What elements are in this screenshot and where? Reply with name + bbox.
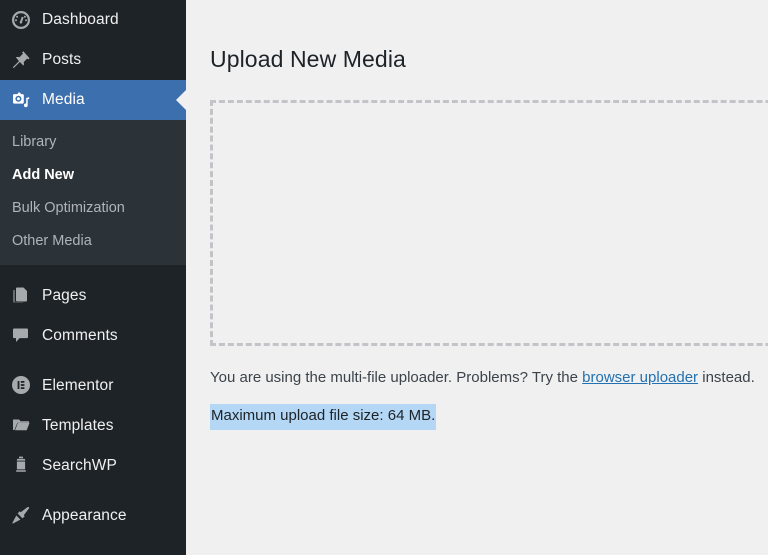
- page-title: Upload New Media: [210, 46, 406, 72]
- menu-group-separator: [0, 485, 186, 496]
- active-item-arrow: [176, 80, 186, 120]
- pages-icon: [10, 284, 32, 306]
- pin-icon: [10, 49, 32, 71]
- admin-sidebar: Dashboard Posts Media Library Add New Bu…: [0, 0, 186, 555]
- sidebar-item-media[interactable]: Media: [0, 80, 186, 120]
- camera-media-icon: [10, 89, 32, 111]
- menu-group-separator: [0, 355, 186, 366]
- sidebar-item-comments[interactable]: Comments: [0, 315, 186, 355]
- sidebar-item-searchwp[interactable]: SearchWP: [0, 445, 186, 485]
- sidebar-item-label: Appearance: [42, 506, 127, 524]
- lantern-icon: [10, 454, 32, 476]
- sidebar-item-label: Media: [42, 91, 85, 109]
- comment-bubble-icon: [10, 324, 32, 346]
- max-upload-size-text: Maximum upload file size: 64 MB.: [210, 404, 437, 430]
- sidebar-item-label: Pages: [42, 286, 87, 304]
- sidebar-item-posts[interactable]: Posts: [0, 40, 186, 80]
- submenu-item-other-media[interactable]: Other Media: [0, 225, 186, 258]
- paintbrush-icon: [10, 504, 32, 526]
- sidebar-item-pages[interactable]: Pages: [0, 275, 186, 315]
- sidebar-item-dashboard[interactable]: Dashboard: [0, 0, 186, 40]
- sidebar-item-label: Comments: [42, 326, 118, 344]
- sidebar-item-label: Posts: [42, 51, 82, 69]
- media-submenu: Library Add New Bulk Optimization Other …: [0, 120, 186, 266]
- sidebar-item-label: Templates: [42, 416, 114, 434]
- sidebar-item-label: Dashboard: [42, 11, 119, 29]
- sidebar-item-label: Elementor: [42, 376, 114, 394]
- sidebar-item-templates[interactable]: Templates: [0, 405, 186, 445]
- uploader-note-suffix: instead.: [698, 369, 755, 386]
- elementor-icon: [10, 374, 32, 396]
- menu-group-separator: [0, 265, 186, 276]
- sidebar-item-label: SearchWP: [42, 456, 117, 474]
- submenu-item-library[interactable]: Library: [0, 126, 186, 159]
- submenu-item-bulk-optimization[interactable]: Bulk Optimization: [0, 192, 186, 225]
- folder-icon: [10, 414, 32, 436]
- browser-uploader-link[interactable]: browser uploader: [582, 369, 698, 386]
- wordpress-admin-screen: Dashboard Posts Media Library Add New Bu…: [0, 0, 768, 555]
- uploader-note: You are using the multi-file uploader. P…: [210, 367, 755, 390]
- sidebar-item-appearance[interactable]: Appearance: [0, 495, 186, 535]
- dashboard-gauge-icon: [10, 9, 32, 31]
- media-dropzone[interactable]: [210, 100, 768, 346]
- main-content-area: Upload New Media You are using the multi…: [186, 0, 768, 555]
- submenu-item-add-new[interactable]: Add New: [0, 159, 186, 192]
- uploader-note-prefix: You are using the multi-file uploader. P…: [210, 369, 583, 386]
- sidebar-item-elementor[interactable]: Elementor: [0, 365, 186, 405]
